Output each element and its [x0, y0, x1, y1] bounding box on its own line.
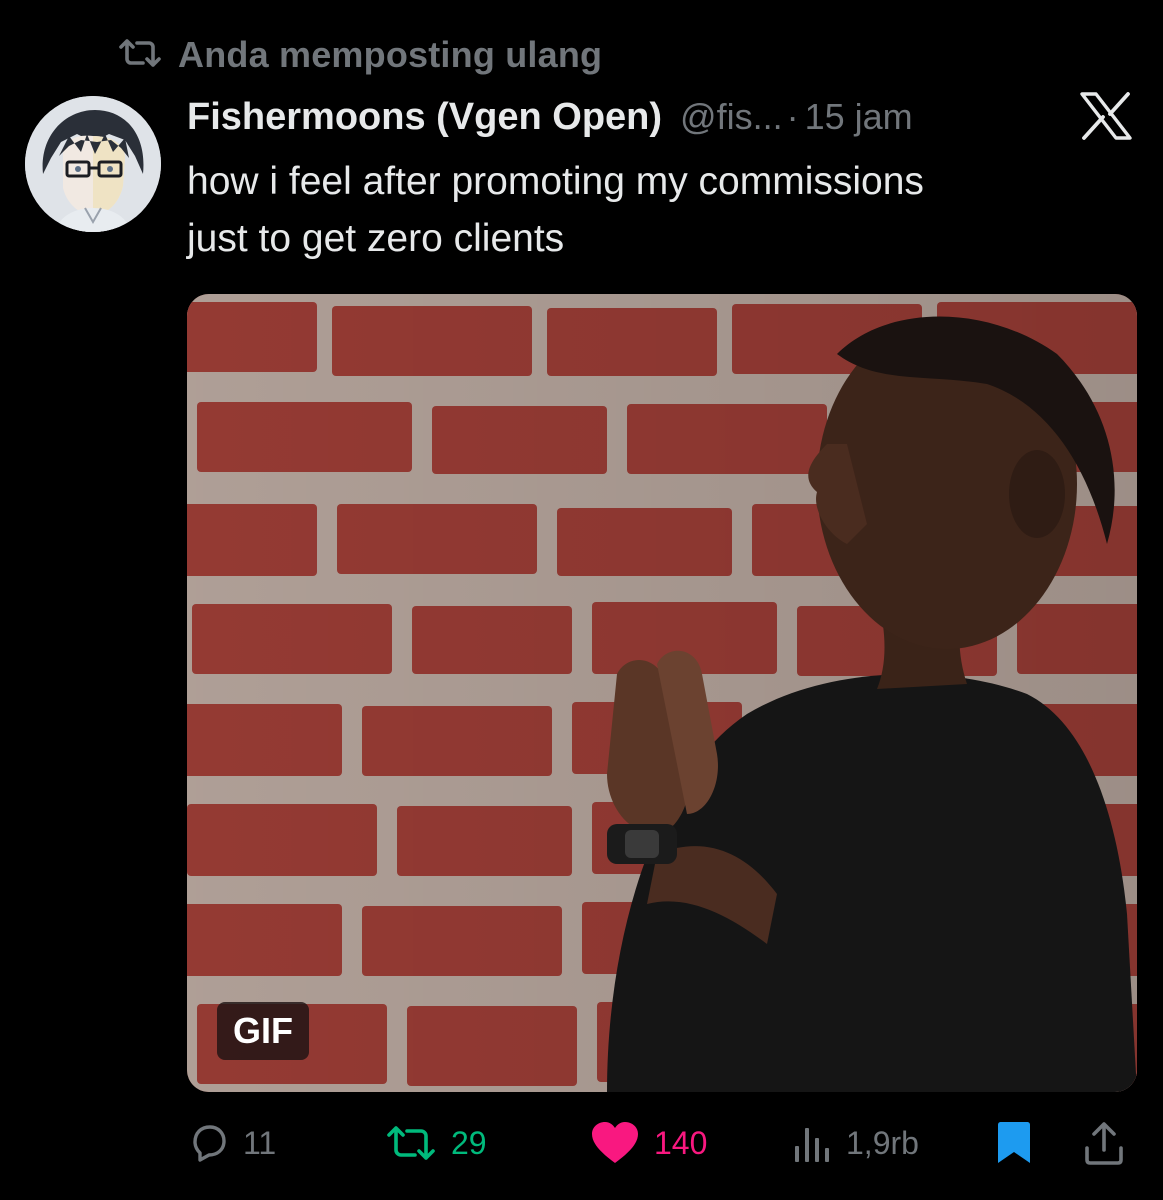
author-name[interactable]: Fishermoons (Vgen Open): [187, 96, 662, 139]
views-icon: [792, 1122, 832, 1164]
views-button[interactable]: 1,9rb: [792, 1115, 919, 1171]
heart-icon: [590, 1121, 640, 1165]
tweet-text: how i feel after promoting my commission…: [187, 153, 1107, 267]
tweet-text-line: how i feel after promoting my commission…: [187, 160, 924, 203]
like-button[interactable]: 140: [590, 1115, 707, 1171]
repost-icon: [385, 1122, 437, 1164]
views-count: 1,9rb: [846, 1124, 919, 1161]
separator-dot: ·: [786, 96, 799, 137]
like-count: 140: [654, 1124, 708, 1161]
reply-count: 11: [243, 1124, 277, 1161]
action-bar: 11 29 140 1,9rb: [187, 1115, 1137, 1171]
author-handle[interactable]: @fis...: [680, 96, 783, 138]
bookmark-button[interactable]: [995, 1115, 1033, 1171]
repost-header: Anda memposting ulang: [118, 30, 602, 80]
share-icon: [1082, 1120, 1126, 1166]
repost-icon: [118, 35, 162, 76]
tweet-view: Anda memposting ulang Fishermoons (Vgen …: [0, 0, 1163, 1200]
repost-count: 29: [451, 1124, 487, 1161]
tweet-text-line: just to get zero clients: [187, 217, 565, 260]
gif-badge: GIF: [217, 1002, 309, 1060]
gif-image: [187, 294, 1137, 1092]
tweet-header: Fishermoons (Vgen Open) @fis... · 15 jam: [187, 92, 913, 142]
x-logo-icon: [1080, 92, 1132, 140]
gif-media[interactable]: GIF: [187, 294, 1137, 1092]
avatar[interactable]: [25, 96, 161, 232]
repost-header-label: Anda memposting ulang: [178, 34, 603, 75]
repost-button[interactable]: 29: [385, 1115, 487, 1171]
bookmark-icon: [995, 1121, 1033, 1165]
share-button[interactable]: [1082, 1115, 1126, 1171]
reply-icon: [187, 1122, 229, 1164]
post-time[interactable]: 15 jam: [805, 96, 913, 138]
reply-button[interactable]: 11: [187, 1115, 276, 1171]
